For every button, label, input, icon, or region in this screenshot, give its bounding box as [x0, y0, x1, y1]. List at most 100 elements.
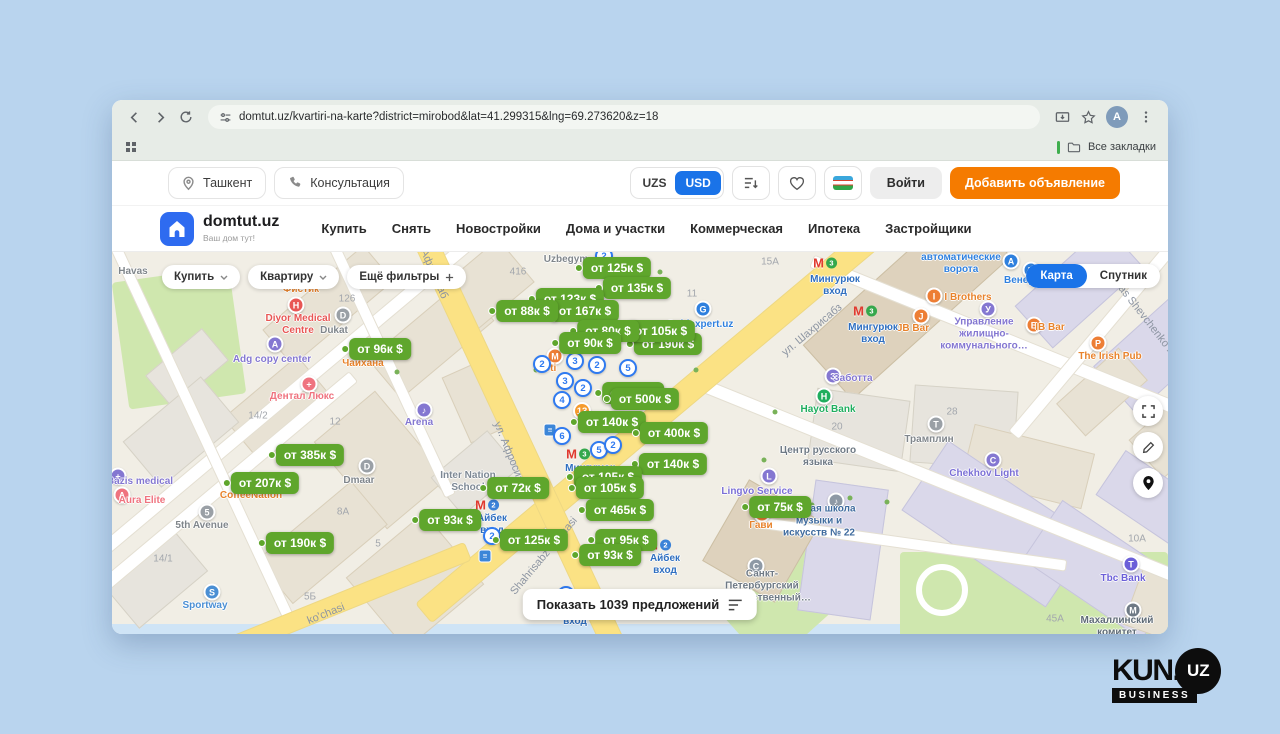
chevron-down-icon	[319, 275, 327, 280]
poi-label: Hayot Bank	[800, 404, 855, 416]
price-label[interactable]: от 500к $	[611, 388, 679, 410]
price-label[interactable]: от 385к $	[276, 444, 344, 466]
price-label[interactable]: от 90к $	[559, 332, 621, 354]
price-label[interactable]: от 105к $	[576, 477, 644, 499]
location-pin-icon	[182, 176, 195, 191]
all-bookmarks-label[interactable]: Все закладки	[1088, 141, 1156, 153]
nav-item-houses[interactable]: Дома и участки	[566, 221, 665, 236]
map-filters: Купить Квартиру Ещё фильтры	[162, 265, 466, 289]
menu-button[interactable]	[1134, 105, 1158, 129]
price-label[interactable]: от 93к $	[579, 544, 641, 566]
price-label[interactable]: от 125к $	[500, 529, 568, 551]
tree-dot	[658, 270, 663, 275]
park-circle-path	[916, 564, 968, 616]
poi-label: Центр русскогоязыка	[780, 445, 856, 469]
price-label[interactable]: от 140к $	[639, 453, 707, 475]
map-area[interactable]: ул. ШахрисабзShahrisabz ko'chasiул. Афро…	[112, 252, 1168, 634]
cluster-marker[interactable]: 2	[604, 436, 622, 454]
cluster-marker[interactable]: 5	[619, 359, 637, 377]
profile-avatar[interactable]: A	[1106, 106, 1128, 128]
apps-grid-icon[interactable]	[126, 142, 130, 146]
house-number: 28	[946, 407, 957, 418]
nav-item-commercial[interactable]: Коммерческая	[690, 221, 783, 236]
nav-item-buy[interactable]: Купить	[321, 221, 366, 236]
poi-icon: У	[980, 301, 997, 318]
site-settings-icon	[219, 111, 232, 124]
bus-stop-icon: ≡	[479, 550, 492, 563]
poi-icon: A	[1003, 253, 1020, 270]
bookmark-star-button[interactable]	[1076, 105, 1100, 129]
price-label[interactable]: от 400к $	[640, 422, 708, 444]
price-label[interactable]: от 72к $	[487, 477, 549, 499]
site-logo[interactable]: domtut.uz Ваш дом тут!	[160, 212, 279, 246]
poi-icon: Т	[928, 416, 945, 433]
poi-icon: I	[926, 288, 943, 305]
add-listing-button[interactable]: Добавить объявление	[950, 167, 1120, 199]
poi-icon: D	[335, 307, 352, 324]
poi-label: Aura Elite	[119, 495, 166, 507]
favorites-button[interactable]	[778, 166, 816, 200]
url-text: domtut.uz/kvartiri-na-karte?district=mir…	[239, 111, 658, 123]
price-label[interactable]: от 125к $	[583, 257, 651, 279]
price-label[interactable]: от 207к $	[231, 472, 299, 494]
house-number: 15A	[761, 257, 779, 268]
cluster-marker[interactable]: 6	[553, 427, 571, 445]
view-satellite-button[interactable]: Спутник	[1087, 264, 1160, 288]
reload-icon	[179, 110, 193, 124]
currency-usd[interactable]: USD	[675, 171, 720, 195]
price-label[interactable]: от 88к $	[496, 300, 558, 322]
back-button[interactable]	[122, 105, 146, 129]
phone-icon	[288, 176, 302, 190]
address-bar[interactable]: domtut.uz/kvartiri-na-karte?district=mir…	[208, 105, 1040, 129]
price-label[interactable]: от 75к $	[749, 496, 811, 518]
cluster-marker[interactable]: 4	[553, 391, 571, 409]
tree-dot	[773, 410, 778, 415]
house-number: 8A	[337, 507, 349, 518]
sort-button[interactable]	[732, 166, 770, 200]
reload-button[interactable]	[174, 105, 198, 129]
poi-icon: T	[1123, 556, 1140, 573]
fullscreen-icon	[1142, 405, 1155, 418]
save-page-button[interactable]	[1050, 105, 1074, 129]
filter-property-type[interactable]: Квартиру	[248, 265, 339, 289]
cluster-marker[interactable]: 3	[556, 372, 574, 390]
consult-button[interactable]: Консультация	[274, 167, 404, 199]
price-label[interactable]: от 93к $	[419, 509, 481, 531]
cluster-marker[interactable]: 3	[566, 352, 584, 370]
price-label[interactable]: от 465к $	[586, 499, 654, 521]
show-offers-button[interactable]: Показать 1039 предложений	[523, 589, 757, 620]
price-label[interactable]: от 190к $	[266, 532, 334, 554]
poi-label: Гави	[749, 520, 772, 532]
currency-uzs[interactable]: UZS	[633, 176, 675, 190]
nav-item-newbuilds[interactable]: Новостройки	[456, 221, 541, 236]
language-button[interactable]	[824, 166, 862, 200]
draw-area-button[interactable]	[1133, 432, 1163, 462]
list-view-icon	[728, 599, 743, 611]
price-label[interactable]: от 96к $	[349, 338, 411, 360]
consult-label: Консультация	[310, 176, 390, 190]
filter-more[interactable]: Ещё фильтры	[347, 265, 466, 289]
city-selector[interactable]: Ташкент	[168, 167, 266, 199]
cluster-marker[interactable]: 2	[533, 355, 551, 373]
fullscreen-button[interactable]	[1133, 396, 1163, 426]
house-number: 20	[831, 422, 842, 433]
poi-icon: A	[267, 336, 284, 353]
poi-icon: +	[301, 376, 318, 393]
filter-deal-type[interactable]: Купить	[162, 265, 240, 289]
nav-item-mortgage[interactable]: Ипотека	[808, 221, 860, 236]
poi-icon: P	[1090, 335, 1107, 352]
price-label[interactable]: от 135к $	[603, 277, 671, 299]
house-number: 5	[375, 539, 381, 550]
locate-me-button[interactable]	[1133, 468, 1163, 498]
kun-text: KUN.	[1112, 654, 1179, 688]
cluster-marker[interactable]: 2	[574, 379, 592, 397]
view-map-button[interactable]: Карта	[1026, 264, 1086, 288]
cluster-marker[interactable]: 2	[588, 356, 606, 374]
poi-icon: S	[204, 584, 221, 601]
price-label[interactable]: от 167к $	[551, 300, 619, 322]
login-button[interactable]: Войти	[870, 167, 942, 199]
nav-item-rent[interactable]: Снять	[392, 221, 431, 236]
forward-button[interactable]	[148, 105, 172, 129]
nav-item-developers[interactable]: Застройщики	[885, 221, 971, 236]
poi-label: Adg copy center	[233, 354, 311, 366]
